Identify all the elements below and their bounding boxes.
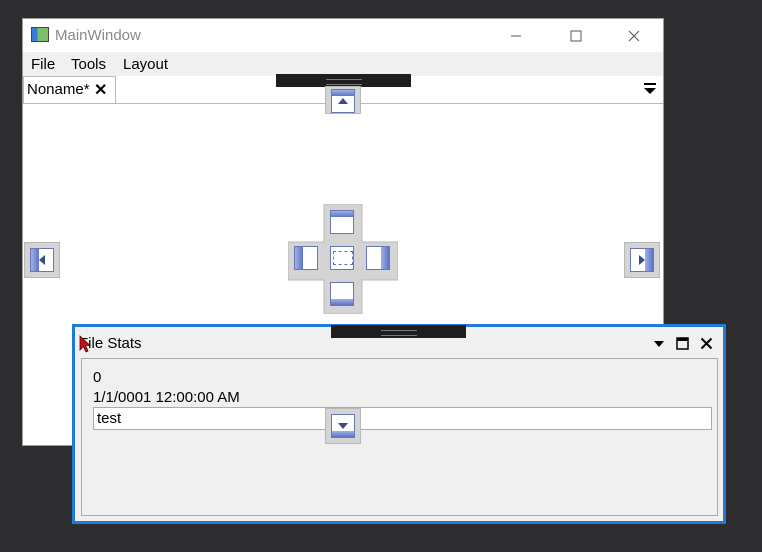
menu-file[interactable]: File bbox=[31, 56, 55, 73]
dock-compass-right[interactable] bbox=[361, 241, 397, 277]
dock-compass-left-icon bbox=[294, 246, 318, 270]
window-title: MainWindow bbox=[55, 27, 141, 44]
date-value: 1/1/0001 12:00:00 AM bbox=[93, 389, 240, 406]
app-icon bbox=[31, 27, 49, 42]
close-button[interactable] bbox=[611, 19, 657, 52]
dock-left-edge-button[interactable] bbox=[24, 242, 60, 278]
dock-compass-right-icon bbox=[366, 246, 390, 270]
dock-top-edge-button[interactable] bbox=[325, 86, 361, 114]
count-value: 0 bbox=[93, 369, 102, 386]
menu-tools[interactable]: Tools bbox=[71, 56, 106, 73]
mouse-pointer-icon bbox=[79, 335, 91, 353]
dock-right-edge-button[interactable] bbox=[624, 242, 660, 278]
maximize-icon bbox=[570, 30, 582, 41]
dropdown-icon[interactable] bbox=[643, 82, 657, 96]
text-input[interactable] bbox=[93, 407, 712, 430]
dock-top-icon bbox=[331, 89, 355, 113]
maximize-icon[interactable] bbox=[676, 337, 689, 350]
menu-bar: File Tools Layout bbox=[23, 52, 663, 76]
chevron-down-icon[interactable] bbox=[653, 339, 665, 349]
title-bar[interactable]: MainWindow bbox=[23, 19, 663, 52]
close-icon bbox=[628, 30, 640, 41]
dock-compass-left[interactable] bbox=[289, 241, 325, 277]
dock-compass-center-icon bbox=[330, 246, 354, 270]
minimize-button[interactable] bbox=[493, 19, 539, 52]
tool-window-content: 0 1/1/0001 12:00:00 AM bbox=[81, 358, 718, 516]
dock-bottom-edge-button[interactable] bbox=[325, 408, 361, 444]
dock-left-icon bbox=[30, 248, 54, 272]
dock-compass-center[interactable] bbox=[325, 241, 361, 277]
minimize-icon bbox=[511, 35, 521, 36]
dock-compass-top-icon bbox=[330, 210, 354, 234]
menu-layout[interactable]: Layout bbox=[123, 56, 168, 73]
tool-window[interactable]: File Stats 0 1/1/0001 12:00:00 AM bbox=[72, 324, 726, 524]
close-icon[interactable] bbox=[700, 337, 713, 350]
dock-compass-bottom[interactable] bbox=[325, 277, 361, 313]
document-tab[interactable]: Noname* ✕ bbox=[23, 76, 116, 103]
maximize-button[interactable] bbox=[553, 19, 599, 52]
dock-compass-top[interactable] bbox=[325, 205, 361, 241]
dock-drag-grip-bottom[interactable] bbox=[331, 325, 466, 338]
dock-bottom-icon bbox=[331, 414, 355, 438]
dock-compass-bottom-icon bbox=[330, 282, 354, 306]
document-tab-label: Noname* bbox=[27, 81, 90, 98]
dock-right-icon bbox=[630, 248, 654, 272]
tab-close-icon[interactable]: ✕ bbox=[94, 80, 107, 100]
